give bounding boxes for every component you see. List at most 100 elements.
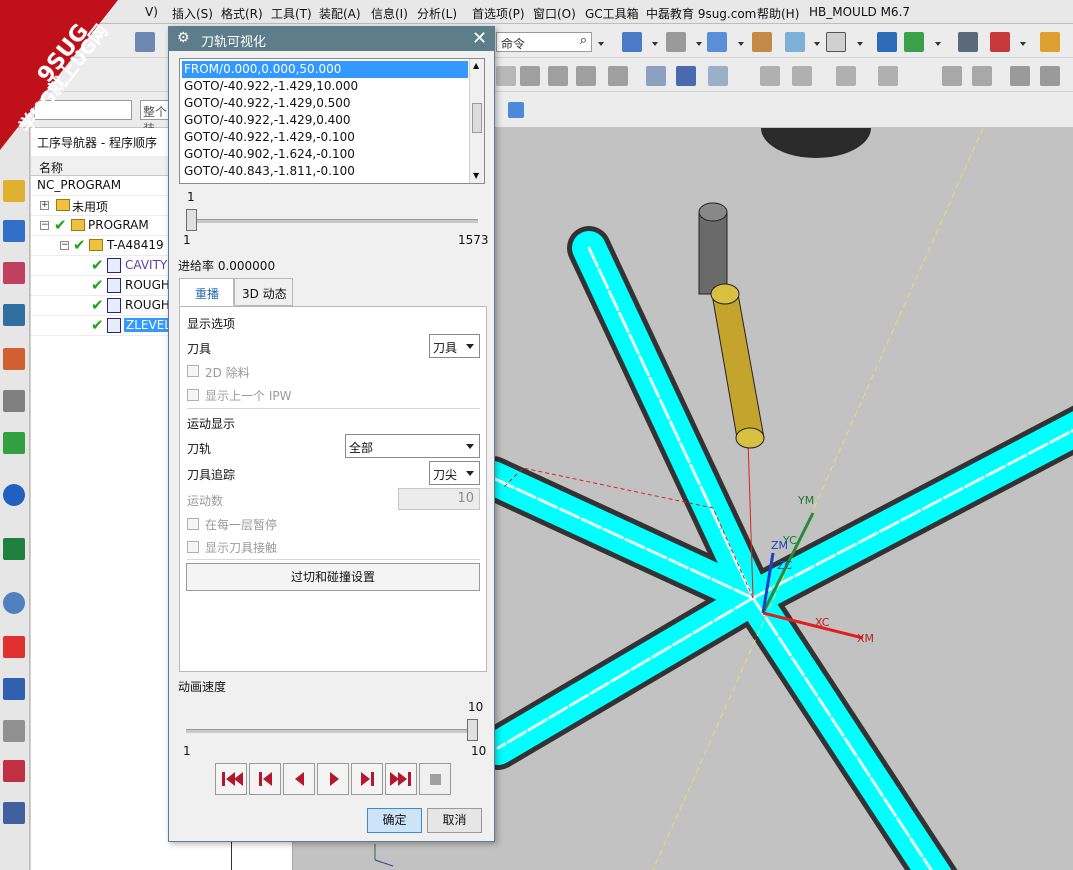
tab-replay[interactable]: 重播 [179,278,234,306]
animation-speed-thumb[interactable] [467,719,478,741]
path-line[interactable]: GOTO/-40.922,-1.429,0.400 [182,112,468,129]
chevron-down-icon[interactable] [598,42,604,46]
operation-navigator-icon[interactable] [3,304,25,326]
chevron-down-icon[interactable] [857,42,863,46]
orient-view-icon[interactable] [666,32,686,52]
step-back-button[interactable] [249,763,281,795]
command-finder[interactable]: 命令 ⌕ [496,32,592,52]
tool-icon[interactable] [760,66,780,86]
step-forward-button[interactable] [351,763,383,795]
chevron-down-icon[interactable] [935,42,941,46]
motion-count-input[interactable]: 10 [398,488,480,510]
edit-object-icon[interactable] [1040,32,1060,52]
magnifier-icon[interactable]: ⌕ [580,33,587,48]
snap-icon[interactable] [508,102,524,118]
show-tool-contact-checkbox[interactable] [187,541,199,553]
move-layer-icon[interactable] [904,32,924,52]
clock-icon[interactable] [3,592,25,614]
path-line[interactable]: GOTO/-40.843,-1.811,-0.100 [182,163,468,180]
play-reverse-button[interactable] [283,763,315,795]
scroll-up-icon[interactable]: ▲ [473,61,479,70]
menu-gc-toolbox[interactable]: GC工具箱 [585,5,639,22]
menu-assembly[interactable]: 装配(A) [319,5,361,22]
post-process-icon[interactable] [676,66,696,86]
shop-doc-icon[interactable] [708,66,728,86]
gear-icon[interactable]: ⚙ [177,30,190,46]
play-forward-button[interactable] [317,763,349,795]
chevron-down-icon[interactable] [652,42,658,46]
menu-insert[interactable]: 插入(S) [172,5,213,22]
progress-slider-track[interactable] [186,219,478,223]
menu-preferences[interactable]: 首选项(P) [472,5,525,22]
collapse-icon[interactable]: − [40,221,49,230]
layer-icon[interactable] [877,32,897,52]
feature-icon[interactable] [1040,66,1060,86]
feature-icon[interactable] [972,66,992,86]
menu-information[interactable]: 信息(I) [371,5,408,22]
tool-icon[interactable] [878,66,898,86]
rewind-to-start-button[interactable] [215,763,247,795]
fit-view-icon[interactable] [622,32,642,52]
roles-icon[interactable] [3,720,25,742]
path-line-selected[interactable]: FROM/0.000,0.000,50.000 [182,61,468,78]
gouge-collision-settings-button[interactable]: 过切和碰撞设置 [186,563,480,591]
close-icon[interactable]: ✕ [472,28,487,49]
feature-icon[interactable] [942,66,962,86]
web-browser-icon[interactable] [3,484,25,506]
operation-icon[interactable] [548,66,568,86]
path-line[interactable]: GOTO/-40.922,-1.429,10.000 [182,78,468,95]
forward-to-end-button[interactable] [385,763,417,795]
chevron-down-icon[interactable] [696,42,702,46]
operation-icon[interactable] [608,66,628,86]
section-view-icon[interactable] [785,32,805,52]
show-prev-ipw-checkbox[interactable] [187,389,199,401]
reuse-library-icon[interactable] [3,390,25,412]
menu-hb-mould[interactable]: HB_MOULD M6.7 [809,5,910,19]
render-style-icon[interactable] [707,32,727,52]
chevron-down-icon[interactable] [814,42,820,46]
feature-icon[interactable] [1010,66,1030,86]
tool-display-select[interactable]: 刀具 [429,334,480,358]
dialog-titlebar[interactable]: ⚙ 刀轨可视化 ✕ [169,27,494,51]
tool-icon[interactable] [836,66,856,86]
pause-each-layer-checkbox[interactable] [187,518,199,530]
menu-window[interactable]: 窗口(O) [533,5,576,22]
path-display-select[interactable]: 全部 [345,434,480,458]
cancel-button[interactable]: 取消 [427,808,482,833]
library-icon[interactable] [3,432,25,454]
machine-navigator-icon[interactable] [3,348,25,370]
menu-help[interactable]: 帮助(H) [757,5,799,22]
tool-trace-select[interactable]: 刀尖 [429,461,480,485]
path-line[interactable]: GOTO/-40.922,-1.429,0.500 [182,95,468,112]
palette-icon[interactable] [3,636,25,658]
csys-icon[interactable] [990,32,1010,52]
process-studio-icon[interactable] [3,678,25,700]
assembly-navigator-icon[interactable] [3,180,25,202]
scroll-down-icon[interactable]: ▼ [473,171,479,180]
tab-3d-dynamic[interactable]: 3D 动态 [234,278,293,306]
verify-icon[interactable] [646,66,666,86]
expand-icon[interactable]: + [40,201,49,210]
toolpath-listing[interactable]: FROM/0.000,0.000,50.000 GOTO/-40.922,-1.… [179,58,485,184]
animation-speed-track[interactable] [186,729,478,733]
system-scene-icon[interactable] [3,760,25,782]
edge-style-icon[interactable] [752,32,772,52]
scroll-thumb[interactable] [472,103,482,133]
path-line[interactable]: GOTO/-40.922,-1.429,-0.100 [182,129,468,146]
chevron-down-icon[interactable] [1020,42,1026,46]
operation-icon[interactable] [520,66,540,86]
background-icon[interactable] [826,32,846,52]
chevron-down-icon[interactable] [738,42,744,46]
stop-button[interactable] [419,763,451,795]
menu-analysis[interactable]: 分析(L) [417,5,457,22]
progress-slider-thumb[interactable] [186,209,197,231]
path-line[interactable]: GOTO/-40.902,-1.624,-0.100 [182,146,468,163]
history-icon[interactable] [3,538,25,560]
remove-2d-checkbox[interactable] [187,365,199,377]
menu-format[interactable]: 格式(R) [221,5,263,22]
operation-icon[interactable] [576,66,596,86]
menu-edu-link[interactable]: 中磊教育 9sug.com [646,5,756,22]
listing-scrollbar[interactable]: ▲ ▼ [469,59,484,183]
tool-icon[interactable] [792,66,812,86]
wcs-icon[interactable] [958,32,978,52]
